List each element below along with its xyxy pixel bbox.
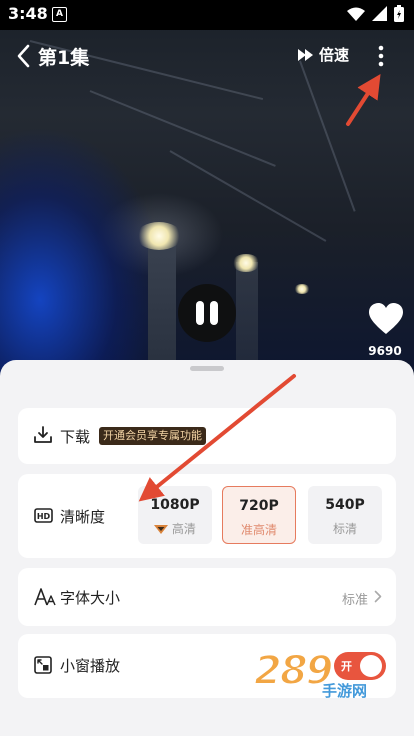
watermark-number: 289 <box>253 647 334 695</box>
wifi-icon <box>347 7 365 21</box>
quality-option-1080p[interactable]: 1080P 高清 <box>138 486 212 544</box>
quality-desc: 标清 <box>332 522 357 536</box>
ceiling-beam <box>89 90 276 167</box>
screen: 3:48 A 第1集 倍速 9690 下载 开通会员享专属功能 HD 清晰度 1… <box>0 0 414 736</box>
quality-value: 720P <box>239 498 279 514</box>
status-time: 3:48 <box>8 4 48 23</box>
quality-option-720p[interactable]: 720P 准高清 <box>222 486 296 544</box>
speed-button[interactable]: 倍速 <box>298 44 349 65</box>
episode-title: 第1集 <box>38 47 90 69</box>
quality-option-540p[interactable]: 540P 标清 <box>308 486 382 544</box>
ceiling-beam <box>299 60 356 212</box>
speed-label: 倍速 <box>319 46 350 64</box>
player-top-bar: 第1集 倍速 <box>0 38 414 74</box>
signal-icon <box>372 6 387 21</box>
status-icons <box>347 5 404 22</box>
quality-row: HD 清晰度 1080P 高清 720P 准高清 540P 标清 <box>18 474 396 558</box>
fast-forward-icon <box>298 48 313 61</box>
vip-badge: 开通会员享专属功能 <box>99 427 206 445</box>
font-size-label: 字体大小 <box>60 589 121 607</box>
quality-desc: 准高清 <box>240 523 277 537</box>
svg-text:HD: HD <box>37 512 51 521</box>
font-size-row[interactable]: 字体大小 标准 <box>18 568 396 626</box>
more-vertical-icon <box>378 45 384 67</box>
status-bar: 3:48 A <box>0 0 414 30</box>
back-button[interactable] <box>14 42 34 70</box>
watermark-logo: 289 手游网 <box>250 647 400 708</box>
ceiling-lamp <box>294 284 310 294</box>
heart-icon <box>369 303 403 334</box>
like-button[interactable] <box>368 302 404 336</box>
quality-desc-text: 高清 <box>171 522 196 536</box>
pillar <box>236 262 258 360</box>
mini-window-label: 小窗播放 <box>60 657 121 675</box>
download-icon <box>34 426 52 443</box>
watermark-text: 手游网 <box>322 682 368 700</box>
download-label: 下载 <box>60 428 91 446</box>
quality-label: 清晰度 <box>60 508 106 526</box>
pause-icon <box>196 301 204 325</box>
sheet-handle[interactable] <box>190 366 224 371</box>
picture-in-picture-icon <box>34 656 52 674</box>
pause-icon <box>210 301 218 325</box>
like-count: 9690 <box>368 344 402 358</box>
ceiling-beam <box>169 150 327 242</box>
quality-value: 1080P <box>150 497 200 513</box>
quality-value: 540P <box>325 497 365 513</box>
chevron-right-icon <box>374 590 382 603</box>
hd-icon: HD <box>34 508 53 523</box>
more-options-button[interactable] <box>372 44 390 68</box>
pillar <box>148 238 176 360</box>
app-notification-icon: A <box>52 7 67 22</box>
font-size-value: 标准 <box>341 593 368 608</box>
vip-crown-icon <box>154 525 169 534</box>
download-row[interactable]: 下载 开通会员享专属功能 <box>18 408 396 464</box>
font-size-icon <box>34 588 56 606</box>
chevron-left-icon <box>17 44 30 68</box>
pause-button[interactable] <box>178 284 236 342</box>
ceiling-lamp <box>232 254 260 272</box>
ceiling-lamp <box>136 222 182 250</box>
battery-icon <box>394 5 404 22</box>
quality-desc: 高清 <box>138 520 212 537</box>
